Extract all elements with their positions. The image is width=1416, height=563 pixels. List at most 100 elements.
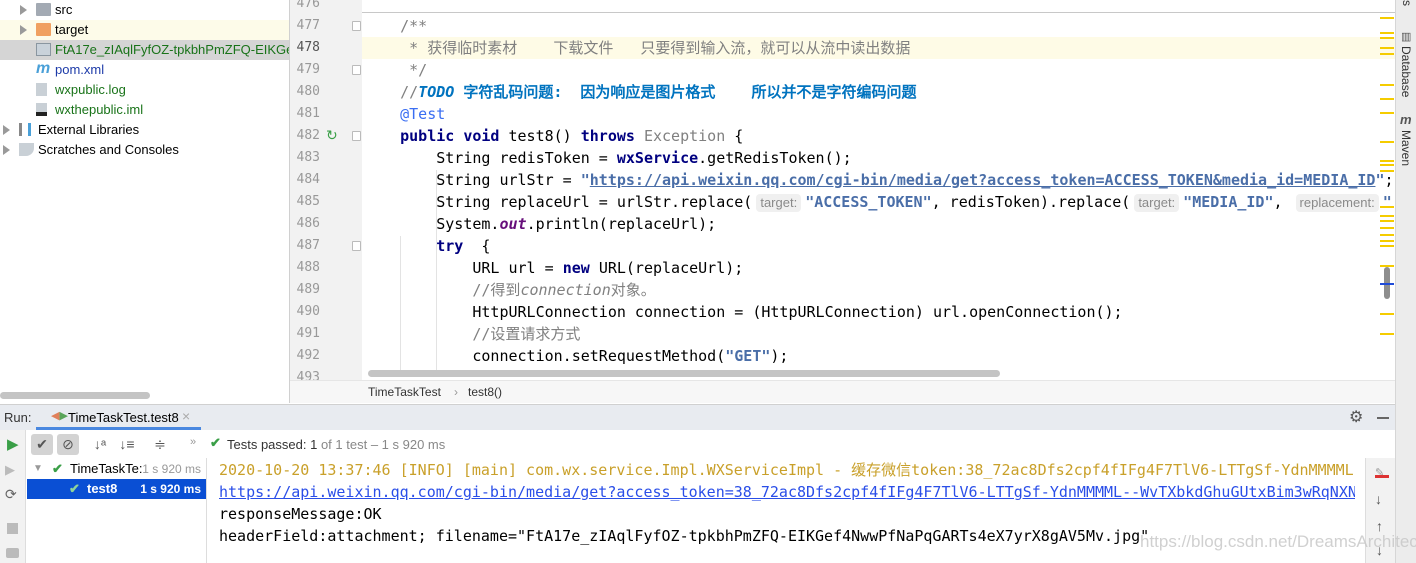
sort-alpha-button[interactable]: ↓ᵃ xyxy=(89,434,111,455)
code-line[interactable]: System.out.println(replaceUrl); xyxy=(364,213,716,235)
code-editor[interactable]: 476 477 478 479 480 481 482 ↻ 483 484 485 486 487 488… xyxy=(290,0,1395,380)
test-node[interactable]: ✔ test8 1 s 920 ms xyxy=(27,479,206,499)
code-line[interactable]: String urlStr = "https://api.weixin.qq.c… xyxy=(364,169,1393,191)
code-line[interactable]: HttpURLConnection connection = (HttpURLC… xyxy=(364,301,1123,323)
warning-marker[interactable] xyxy=(1380,112,1394,114)
run-toolbar: ✔ ⊘ ↓ᵃ ↓≡ ≑ » ✔ Tests passed: 1 of 1 tes… xyxy=(26,430,1365,458)
code-line[interactable]: try { xyxy=(364,235,490,257)
fold-marker-icon[interactable] xyxy=(352,21,361,31)
code-line[interactable]: /** xyxy=(364,15,427,37)
gear-icon[interactable]: ⚙ xyxy=(1349,407,1363,427)
code-token: , redisToken).replace( xyxy=(931,193,1131,211)
sort-duration-button[interactable]: ↓≡ xyxy=(116,434,138,455)
code-line[interactable]: //设置请求方式 xyxy=(364,323,580,345)
camera-icon[interactable] xyxy=(6,548,19,558)
warning-marker[interactable] xyxy=(1380,206,1394,208)
fold-marker-icon[interactable] xyxy=(352,241,361,251)
clear-all-icon[interactable]: ✎ xyxy=(1375,466,1389,479)
project-horizontal-scrollbar[interactable] xyxy=(0,392,150,399)
test-node[interactable]: ▼ ✔ TimeTaskTe: 1 s 920 ms xyxy=(27,459,206,479)
tree-item[interactable]: wxthepublic.iml xyxy=(0,100,289,120)
warning-marker[interactable] xyxy=(1380,141,1394,143)
code-line[interactable]: String replaceUrl = urlStr.replace(targe… xyxy=(364,191,1392,213)
code-line[interactable]: * 获得临时素材 下载文件 只要得到输入流，就可以从流中读出数据 xyxy=(364,37,910,59)
breadcrumb-method[interactable]: test8() xyxy=(468,381,502,404)
editor-horizontal-scrollbar[interactable] xyxy=(368,370,1000,377)
console-line: 2020-10-20 13:37:46 [INFO] [main] com.wx… xyxy=(219,461,1355,479)
warning-marker[interactable] xyxy=(1380,215,1394,217)
warning-marker[interactable] xyxy=(1380,333,1394,335)
expand-arrow-icon[interactable] xyxy=(20,25,27,35)
warning-marker[interactable] xyxy=(1380,234,1394,236)
code-token: try xyxy=(436,237,473,255)
tree-item[interactable]: m pom.xml xyxy=(0,60,289,80)
tree-item[interactable]: Scratches and Consoles xyxy=(0,140,289,160)
fold-marker-icon[interactable] xyxy=(352,131,361,141)
warning-marker[interactable] xyxy=(1380,220,1394,222)
expand-all-button[interactable]: ≑ xyxy=(149,434,171,455)
code-line[interactable]: public void test8() throws Exception { xyxy=(364,125,743,147)
rerun-failed-icon[interactable]: ▶ xyxy=(5,462,15,478)
console-link[interactable]: https://api.weixin.qq.com/cgi-bin/media/… xyxy=(219,481,1355,503)
warning-marker[interactable] xyxy=(1380,265,1394,267)
warning-marker[interactable] xyxy=(1380,37,1394,39)
warning-marker[interactable] xyxy=(1380,313,1394,315)
code-line[interactable]: //得到connection对象。 xyxy=(364,279,655,301)
fold-marker-icon[interactable] xyxy=(352,65,361,75)
run-test-icon[interactable]: ↻ xyxy=(326,127,338,144)
tree-item[interactable]: src xyxy=(0,0,289,20)
right-tool-strip: s ▥ Database m Maven xyxy=(1395,0,1416,563)
show-ignored-button[interactable]: ⊘ xyxy=(57,434,79,455)
code-line[interactable]: URL url = new URL(replaceUrl); xyxy=(364,257,743,279)
expand-arrow-icon[interactable] xyxy=(3,125,10,135)
tree-item[interactable]: target xyxy=(0,20,289,40)
expand-arrow-icon[interactable] xyxy=(3,145,10,155)
scroll-to-end-icon[interactable]: ↓ xyxy=(1375,491,1382,507)
code-line[interactable]: @Test xyxy=(364,103,445,125)
warning-marker[interactable] xyxy=(1380,170,1394,172)
code-token: HttpURLConnection connection = (HttpURLC… xyxy=(472,303,1123,321)
warning-marker[interactable] xyxy=(1380,98,1394,100)
tests-status: Tests passed: 1 of 1 test – 1 s 920 ms xyxy=(227,437,445,452)
code-token: .println(replaceUrl); xyxy=(526,215,717,233)
code-line[interactable]: //TODO 字符乱码问题: 因为响应是图片格式 所以并不是字符编码问题 xyxy=(364,81,916,103)
stop-icon[interactable] xyxy=(7,523,18,534)
tree-item[interactable]: wxpublic.log xyxy=(0,80,289,100)
warning-marker[interactable] xyxy=(1380,245,1394,247)
rerun-icon[interactable]: ▶ xyxy=(7,435,19,453)
expand-arrow-icon[interactable]: ▼ xyxy=(33,459,43,479)
tab-maven[interactable]: Maven xyxy=(1399,130,1413,166)
code-line[interactable]: String redisToken = wxService.getRedisTo… xyxy=(364,147,851,169)
editor-gutter: 476 477 478 479 480 481 482 ↻ 483 484 485 486 487 488… xyxy=(290,0,362,380)
run-tab[interactable]: ◀▶ TimeTaskTest.test8 × xyxy=(36,405,201,430)
more-icon[interactable]: » xyxy=(190,436,196,448)
warning-marker[interactable] xyxy=(1380,240,1394,242)
close-tab-icon[interactable]: × xyxy=(182,408,190,424)
test-duration: 1 s 920 ms xyxy=(140,482,201,496)
code-line[interactable]: */ xyxy=(364,59,427,81)
warning-marker[interactable] xyxy=(1380,84,1394,86)
warning-marker[interactable] xyxy=(1380,47,1394,49)
show-passed-button[interactable]: ✔ xyxy=(31,434,53,455)
code-token: wxService xyxy=(616,149,699,167)
tab-database[interactable]: Database xyxy=(1399,46,1413,97)
tab-partial[interactable]: s xyxy=(1400,0,1414,6)
indent-guide xyxy=(400,236,401,376)
code-token: out xyxy=(499,215,527,233)
tree-item[interactable]: FtA17e_zIAqlFyfOZ-tpkbhPmZFQ-EIKGef4NwwP… xyxy=(0,40,289,60)
warning-marker[interactable] xyxy=(1380,160,1394,162)
error-stripe[interactable] xyxy=(1380,0,1394,380)
line-number: 487 xyxy=(296,238,320,253)
breadcrumb-class[interactable]: TimeTaskTest xyxy=(368,381,441,404)
warning-marker[interactable] xyxy=(1380,227,1394,229)
tree-item[interactable]: External Libraries xyxy=(0,120,289,140)
toggle-auto-test-icon[interactable]: ⟳ xyxy=(5,486,17,503)
warning-marker[interactable] xyxy=(1380,17,1394,19)
warning-marker[interactable] xyxy=(1380,32,1394,34)
minimize-icon[interactable] xyxy=(1377,417,1389,419)
warning-marker[interactable] xyxy=(1380,53,1394,55)
test-passed-icon: ✔ xyxy=(69,481,80,496)
warning-marker[interactable] xyxy=(1380,164,1394,166)
code-line[interactable]: connection.setRequestMethod("GET"); xyxy=(364,345,788,367)
expand-arrow-icon[interactable] xyxy=(20,5,27,15)
